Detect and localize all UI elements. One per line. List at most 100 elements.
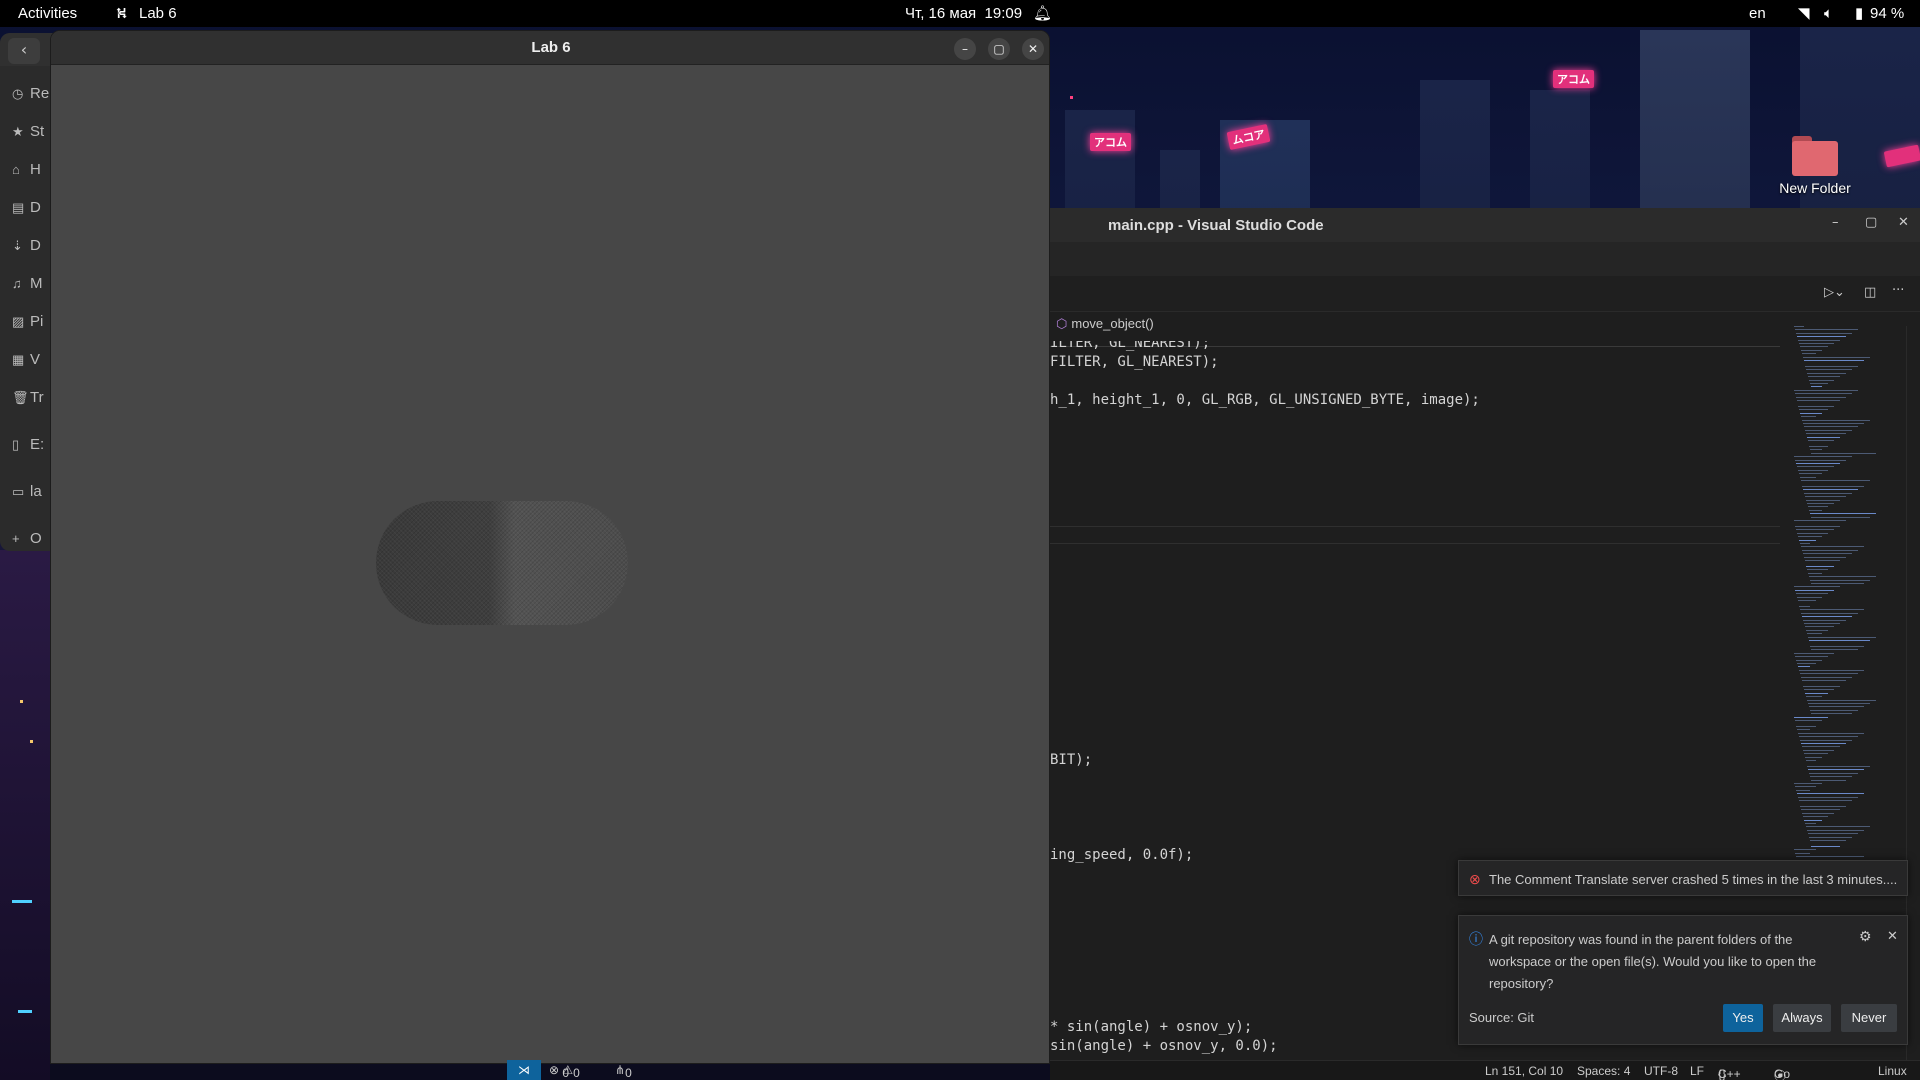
status-bar-left: ⋊ ⊗ 0 ⚠ 0 ⋔ 0 [507, 1060, 1050, 1080]
image-icon: ▨ [12, 314, 25, 329]
minimap-line [1804, 819, 1822, 821]
minimap-line [1798, 732, 1864, 734]
cursor-position[interactable]: Ln 151, Col 10 [1485, 1064, 1563, 1078]
minimap-line [1797, 466, 1834, 468]
battery-percent[interactable]: 94 % [1870, 5, 1904, 22]
minimap-line [1810, 646, 1864, 647]
problems-indicator[interactable]: ⊗ 0 ⚠ 0 [549, 1063, 580, 1080]
minimap-line [1807, 436, 1840, 438]
close-icon[interactable]: ✕ [1887, 928, 1898, 944]
ports-indicator[interactable]: ⋔ 0 [615, 1063, 632, 1080]
minimap-line [1810, 513, 1876, 515]
minimap-line [1794, 326, 1804, 327]
editor-scrollbar[interactable] [1906, 326, 1920, 1066]
minimap-line [1795, 526, 1840, 527]
minimap-line [1794, 652, 1834, 654]
minimap-line [1806, 629, 1828, 631]
minimap-line [1808, 506, 1828, 508]
never-button[interactable]: Never [1841, 1004, 1897, 1032]
minimap-line [1799, 473, 1822, 475]
editor-divider [1050, 526, 1780, 527]
minimap-line [1799, 800, 1852, 801]
maximize-button[interactable]: ▢ [1865, 215, 1877, 230]
minimap-line [1795, 459, 1846, 461]
minimap-line [1810, 840, 1846, 841]
more-actions-icon[interactable]: ··· [1892, 283, 1904, 298]
minimap-line [1800, 543, 1810, 544]
lab-titlebar[interactable]: Lab 6 – ▢ ✕ [51, 31, 1049, 65]
minimap-line [1808, 440, 1834, 441]
close-button[interactable]: ✕ [1898, 215, 1909, 230]
minimap-line [1797, 729, 1810, 731]
minimap-line [1794, 389, 1858, 391]
remote-indicator[interactable]: ⋊ [507, 1060, 541, 1080]
minimap-line [1805, 626, 1834, 628]
minimap-line [1795, 852, 1810, 854]
minimize-button[interactable]: – [954, 38, 976, 60]
split-editor-icon[interactable]: ◫ [1864, 285, 1876, 300]
minimap-line [1804, 360, 1864, 361]
clock-datetime[interactable]: Чт, 16 мая 19:09 [905, 5, 1022, 22]
minimap-line [1801, 416, 1816, 418]
star-icon: ★ [12, 124, 24, 139]
editor-divider [1050, 543, 1780, 544]
minimap[interactable] [1794, 326, 1904, 886]
code-line: ing_speed, 0.0f); [1050, 847, 1194, 863]
file-encoding[interactable]: UTF-8 [1644, 1064, 1678, 1078]
close-button[interactable]: ✕ [1022, 38, 1044, 60]
indentation[interactable]: Spaces: 4 [1577, 1064, 1630, 1078]
notification-bell-icon[interactable]: 🔔︎ [1033, 5, 1052, 22]
minimap-line [1804, 492, 1852, 494]
minimap-line [1794, 520, 1846, 521]
minimap-line [1798, 600, 1816, 601]
minimap-line [1794, 586, 1840, 588]
vscode-titlebar[interactable]: main.cpp - Visual Studio Code – ▢ ✕ [1050, 208, 1920, 242]
gear-icon[interactable]: ⚙ [1859, 928, 1872, 945]
minimap-line [1811, 713, 1852, 715]
minimap-line [1797, 400, 1840, 401]
method-icon: ⬡ [1056, 316, 1068, 331]
run-debug-icon[interactable]: ▷⌄ [1824, 285, 1845, 300]
always-button[interactable]: Always [1773, 1004, 1831, 1032]
minimap-line [1807, 829, 1864, 831]
maximize-button[interactable]: ▢ [988, 38, 1010, 60]
minimap-line [1809, 706, 1864, 708]
minimap-line [1802, 353, 1816, 355]
battery-icon[interactable]: ▮ [1855, 5, 1863, 22]
volume-icon[interactable]: 🔈︎ [1824, 5, 1833, 22]
minimap-line [1806, 369, 1852, 371]
minimap-line [1796, 463, 1840, 464]
wifi-icon[interactable]: ◥ [1798, 5, 1810, 22]
desktop-folder[interactable]: New Folder [1770, 136, 1860, 196]
platform-indicator[interactable]: Linux [1878, 1064, 1907, 1078]
minimap-line [1807, 766, 1870, 767]
breadcrumb-item[interactable]: ⬡ move_object() [1056, 316, 1154, 332]
input-language[interactable]: en [1749, 5, 1766, 22]
folder-label: New Folder [1779, 180, 1851, 196]
drive-icon: ▯ [12, 437, 20, 452]
minimap-line [1796, 659, 1822, 661]
neon-sign: アコム [1553, 70, 1594, 88]
crash-notification[interactable]: ⊗ The Comment Translate server crashed 5… [1458, 860, 1908, 896]
minimap-line [1806, 499, 1840, 501]
minimap-line [1809, 446, 1828, 447]
minimap-line [1802, 746, 1840, 748]
minimap-line [1797, 793, 1864, 795]
back-button[interactable]: ‹ [8, 38, 40, 64]
vscode-tab-bar: ▷⌄ ◫ ··· [1050, 276, 1920, 312]
minimap-line [1797, 336, 1846, 338]
minimap-line [1797, 532, 1828, 534]
end-of-line[interactable]: LF [1690, 1064, 1704, 1078]
app-name-label[interactable]: Lab 6 [139, 5, 177, 22]
minimap-line [1811, 516, 1870, 518]
minimap-line [1800, 412, 1822, 414]
wallpaper-light [18, 1010, 32, 1013]
yes-button[interactable]: Yes [1723, 1004, 1763, 1032]
minimap-line [1801, 743, 1846, 744]
activities-button[interactable]: Activities [18, 5, 77, 22]
minimap-line [1796, 396, 1846, 398]
minimize-button[interactable]: – [1832, 215, 1839, 230]
minimap-line [1807, 633, 1822, 635]
minimap-line [1809, 772, 1858, 774]
git-notification[interactable]: ⓘ A git repository was found in the pare… [1458, 915, 1908, 1045]
